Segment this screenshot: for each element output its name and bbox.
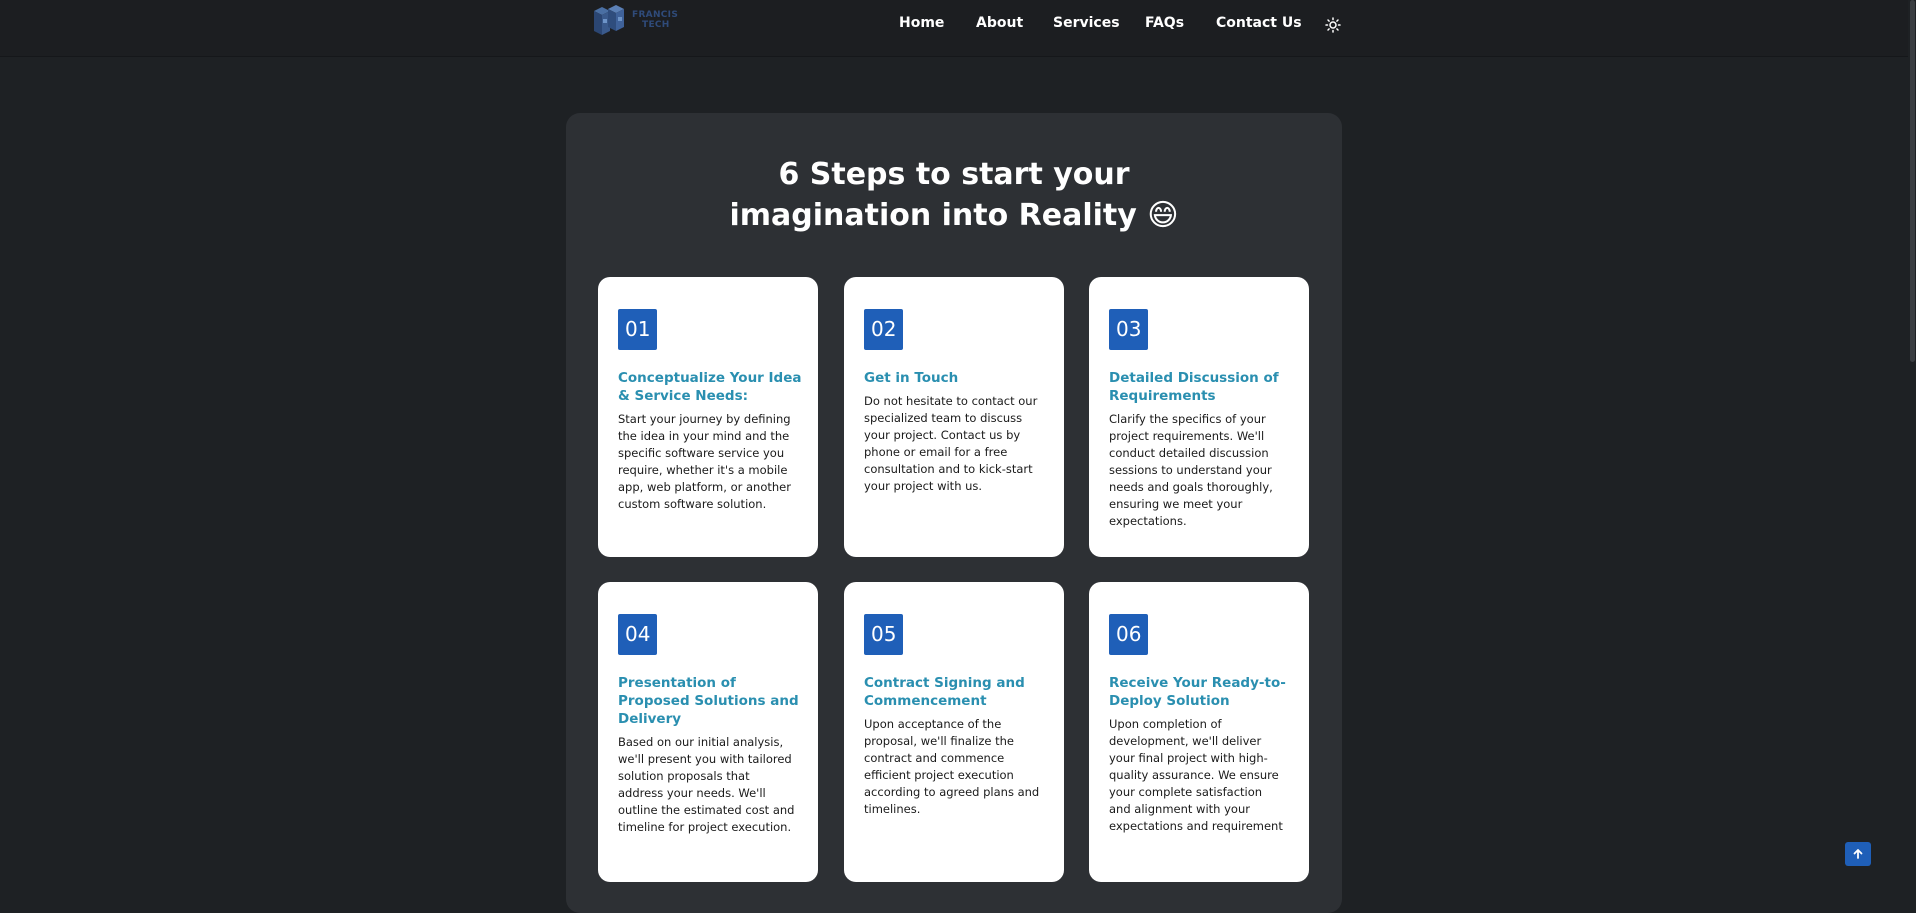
step-number-badge: 03 bbox=[1109, 309, 1149, 350]
heading-line1: 6 Steps to start your bbox=[778, 157, 1130, 192]
step-card-01: 01 Conceptualize Your Idea & Service Nee… bbox=[598, 277, 818, 557]
nav-services-link[interactable]: Services bbox=[1053, 15, 1120, 31]
step-title: Presentation of Proposed Solutions and D… bbox=[618, 675, 799, 727]
step-title: Detailed Discussion of Requirements bbox=[1109, 370, 1279, 404]
step-description: Do not hesitate to contact our specializ… bbox=[864, 394, 1038, 493]
step-card-05: 05 Contract Signing and Commencement Upo… bbox=[844, 582, 1064, 882]
step-title: Contract Signing and Commencement bbox=[864, 675, 1025, 709]
section-heading: 6 Steps to start your imagination into R… bbox=[566, 154, 1342, 236]
step-card-06: 06 Receive Your Ready-to-Deploy Solution… bbox=[1089, 582, 1309, 882]
brand-name-line2: TECH bbox=[642, 20, 670, 30]
step-number-badge: 05 bbox=[864, 614, 904, 655]
step-number-badge: 02 bbox=[864, 309, 904, 350]
step-description: Upon acceptance of the proposal, we'll f… bbox=[864, 717, 1040, 816]
step-card-02: 02 Get in Touch Do not hesitate to conta… bbox=[844, 277, 1064, 557]
step-description: Upon completion of development, we'll de… bbox=[1109, 717, 1283, 833]
arrow-up-icon bbox=[1853, 849, 1863, 859]
logo-mark-icon bbox=[594, 5, 624, 35]
brand-wordmark: FRANCIS TECH bbox=[632, 10, 678, 30]
nav-faqs-link[interactable]: FAQs bbox=[1145, 15, 1184, 31]
step-title: Get in Touch bbox=[864, 370, 959, 386]
scroll-to-top-button[interactable] bbox=[1845, 842, 1871, 866]
step-card-04: 04 Presentation of Proposed Solutions an… bbox=[598, 582, 818, 882]
step-number-badge: 06 bbox=[1109, 614, 1149, 655]
page-scrollbar-thumb[interactable] bbox=[1910, 0, 1915, 362]
sun-icon[interactable] bbox=[1325, 17, 1341, 33]
step-number-badge: 04 bbox=[618, 614, 658, 655]
step-number-badge: 01 bbox=[618, 309, 658, 350]
nav-contact-link[interactable]: Contact Us bbox=[1216, 15, 1302, 31]
nav-home-link[interactable]: Home bbox=[899, 15, 944, 31]
heading-line2: imagination into Reality 😄 bbox=[729, 198, 1179, 233]
nav-about-link[interactable]: About bbox=[976, 15, 1023, 31]
step-title: Receive Your Ready-to-Deploy Solution bbox=[1109, 675, 1286, 709]
brand-logo[interactable]: FRANCIS TECH bbox=[590, 0, 685, 40]
step-card-03: 03 Detailed Discussion of Requirements C… bbox=[1089, 277, 1309, 557]
step-description: Start your journey by defining the idea … bbox=[618, 412, 791, 511]
step-description: Clarify the specifics of your project re… bbox=[1109, 412, 1273, 528]
top-navbar: FRANCIS TECH Home About Services FAQs Co… bbox=[0, 0, 1916, 57]
step-title: Conceptualize Your Idea & Service Needs: bbox=[618, 370, 802, 404]
brand-name-line1: FRANCIS bbox=[632, 10, 679, 20]
step-description: Based on our initial analysis, we'll pre… bbox=[618, 735, 795, 834]
